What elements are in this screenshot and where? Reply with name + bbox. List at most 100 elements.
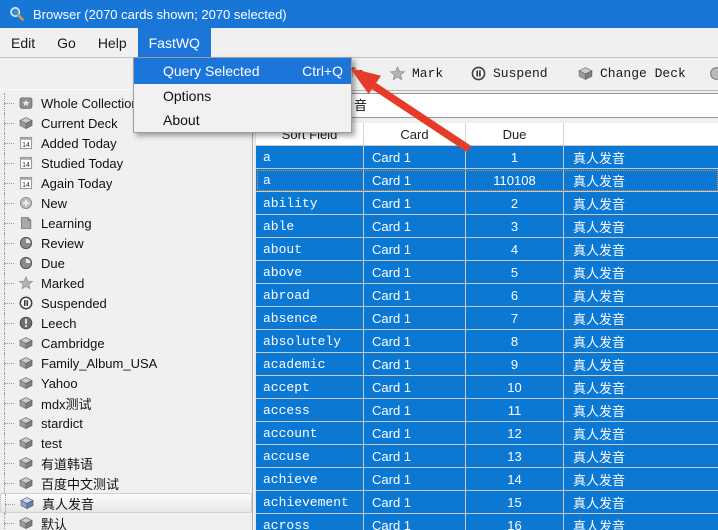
cell-deck[interactable]: 真人发音	[564, 261, 718, 283]
table-row[interactable]: abilityCard 12真人发音	[256, 192, 718, 215]
sidebar-item[interactable]: Suspended	[0, 293, 252, 313]
cell-card[interactable]: Card 1	[364, 238, 466, 260]
menu-help[interactable]: Help	[87, 28, 138, 57]
cell-deck[interactable]: 真人发音	[564, 146, 718, 168]
cell-deck[interactable]: 真人发音	[564, 238, 718, 260]
table-row[interactable]: abroadCard 16真人发音	[256, 284, 718, 307]
table-row[interactable]: acceptCard 110真人发音	[256, 376, 718, 399]
menu-item-options[interactable]: Options	[134, 84, 351, 108]
cell-deck[interactable]: 真人发音	[564, 491, 718, 513]
menu-edit[interactable]: Edit	[0, 28, 46, 57]
cell-card[interactable]: Card 1	[364, 399, 466, 421]
cell-card[interactable]: Card 1	[364, 514, 466, 530]
sidebar-item[interactable]: 默认	[0, 513, 252, 530]
cell-sort-field[interactable]: above	[256, 261, 364, 283]
cell-due[interactable]: 7	[466, 307, 564, 329]
cell-due[interactable]: 11	[466, 399, 564, 421]
cell-due[interactable]: 13	[466, 445, 564, 467]
cell-deck[interactable]: 真人发音	[564, 399, 718, 421]
cell-due[interactable]: 14	[466, 468, 564, 490]
sidebar-item[interactable]: 有道韩语	[0, 453, 252, 473]
cell-card[interactable]: Card 1	[364, 192, 466, 214]
cell-card[interactable]: Card 1	[364, 353, 466, 375]
cell-sort-field[interactable]: a	[256, 146, 364, 168]
sidebar-item[interactable]: Leech	[0, 313, 252, 333]
cell-deck[interactable]: 真人发音	[564, 468, 718, 490]
sidebar-item[interactable]: Review	[0, 233, 252, 253]
sidebar-item[interactable]: Family_Album_USA	[0, 353, 252, 373]
column-header-deck[interactable]	[564, 123, 718, 145]
cell-sort-field[interactable]: accuse	[256, 445, 364, 467]
column-header-card[interactable]: Card	[364, 123, 466, 145]
cell-deck[interactable]: 真人发音	[564, 376, 718, 398]
cell-sort-field[interactable]: across	[256, 514, 364, 530]
cell-deck[interactable]: 真人发音	[564, 169, 718, 191]
cell-sort-field[interactable]: access	[256, 399, 364, 421]
cell-due[interactable]: 5	[466, 261, 564, 283]
sidebar-item[interactable]: Cambridge	[0, 333, 252, 353]
cell-sort-field[interactable]: accept	[256, 376, 364, 398]
cell-due[interactable]: 15	[466, 491, 564, 513]
cell-due[interactable]: 12	[466, 422, 564, 444]
table-row[interactable]: achievementCard 115真人发音	[256, 491, 718, 514]
cell-sort-field[interactable]: achieve	[256, 468, 364, 490]
cell-deck[interactable]: 真人发音	[564, 215, 718, 237]
cell-due[interactable]: 10	[466, 376, 564, 398]
cell-due[interactable]: 9	[466, 353, 564, 375]
cell-due[interactable]: 1	[466, 146, 564, 168]
cell-card[interactable]: Card 1	[364, 146, 466, 168]
sidebar-item[interactable]: mdx测试	[0, 393, 252, 413]
cell-card[interactable]: Card 1	[364, 330, 466, 352]
table-row[interactable]: aCard 11真人发音	[256, 146, 718, 169]
sidebar-item[interactable]: Added Today	[0, 133, 252, 153]
table-row[interactable]: accuseCard 113真人发音	[256, 445, 718, 468]
cell-sort-field[interactable]: achievement	[256, 491, 364, 513]
sidebar-item[interactable]: New	[0, 193, 252, 213]
table-row[interactable]: achieveCard 114真人发音	[256, 468, 718, 491]
sidebar-item[interactable]: Again Today	[0, 173, 252, 193]
cell-sort-field[interactable]: absence	[256, 307, 364, 329]
cell-sort-field[interactable]: about	[256, 238, 364, 260]
table-row[interactable]: acrossCard 116真人发音	[256, 514, 718, 530]
sidebar-item[interactable]: stardict	[0, 413, 252, 433]
table-row[interactable]: accessCard 111真人发音	[256, 399, 718, 422]
cell-card[interactable]: Card 1	[364, 422, 466, 444]
menu-item-about[interactable]: About	[134, 108, 351, 132]
table-row[interactable]: accountCard 112真人发音	[256, 422, 718, 445]
cell-sort-field[interactable]: abroad	[256, 284, 364, 306]
cell-deck[interactable]: 真人发音	[564, 353, 718, 375]
cell-sort-field[interactable]: absolutely	[256, 330, 364, 352]
menu-go[interactable]: Go	[46, 28, 87, 57]
sidebar-item[interactable]: Studied Today	[0, 153, 252, 173]
table-row[interactable]: ableCard 13真人发音	[256, 215, 718, 238]
mark-button[interactable]: Mark	[389, 58, 443, 89]
cell-deck[interactable]: 真人发音	[564, 445, 718, 467]
table-row[interactable]: absolutelyCard 18真人发音	[256, 330, 718, 353]
cell-deck[interactable]: 真人发音	[564, 284, 718, 306]
table-row[interactable]: academicCard 19真人发音	[256, 353, 718, 376]
menu-item-query-selected[interactable]: Query Selected Ctrl+Q	[134, 58, 351, 84]
cell-due[interactable]: 2	[466, 192, 564, 214]
sidebar-item[interactable]: 真人发音	[0, 493, 252, 513]
menu-fastwq[interactable]: FastWQ	[138, 28, 211, 57]
cell-card[interactable]: Card 1	[364, 445, 466, 467]
cell-card[interactable]: Card 1	[364, 169, 466, 191]
cell-card[interactable]: Card 1	[364, 491, 466, 513]
cell-due[interactable]: 8	[466, 330, 564, 352]
sidebar-item[interactable]: Yahoo	[0, 373, 252, 393]
cell-deck[interactable]: 真人发音	[564, 307, 718, 329]
change-deck-button[interactable]: Change Deck	[577, 58, 686, 89]
table-row[interactable]: aboveCard 15真人发音	[256, 261, 718, 284]
cell-card[interactable]: Card 1	[364, 284, 466, 306]
cell-deck[interactable]: 真人发音	[564, 514, 718, 530]
cell-due[interactable]: 3	[466, 215, 564, 237]
cell-sort-field[interactable]: ability	[256, 192, 364, 214]
add-tags-button-partial[interactable]	[708, 58, 718, 89]
cell-sort-field[interactable]: able	[256, 215, 364, 237]
column-header-due[interactable]: Due	[466, 123, 564, 145]
table-row[interactable]: absenceCard 17真人发音	[256, 307, 718, 330]
cell-deck[interactable]: 真人发音	[564, 192, 718, 214]
sidebar-item[interactable]: 百度中文测试	[0, 473, 252, 493]
cell-due[interactable]: 6	[466, 284, 564, 306]
cell-card[interactable]: Card 1	[364, 261, 466, 283]
